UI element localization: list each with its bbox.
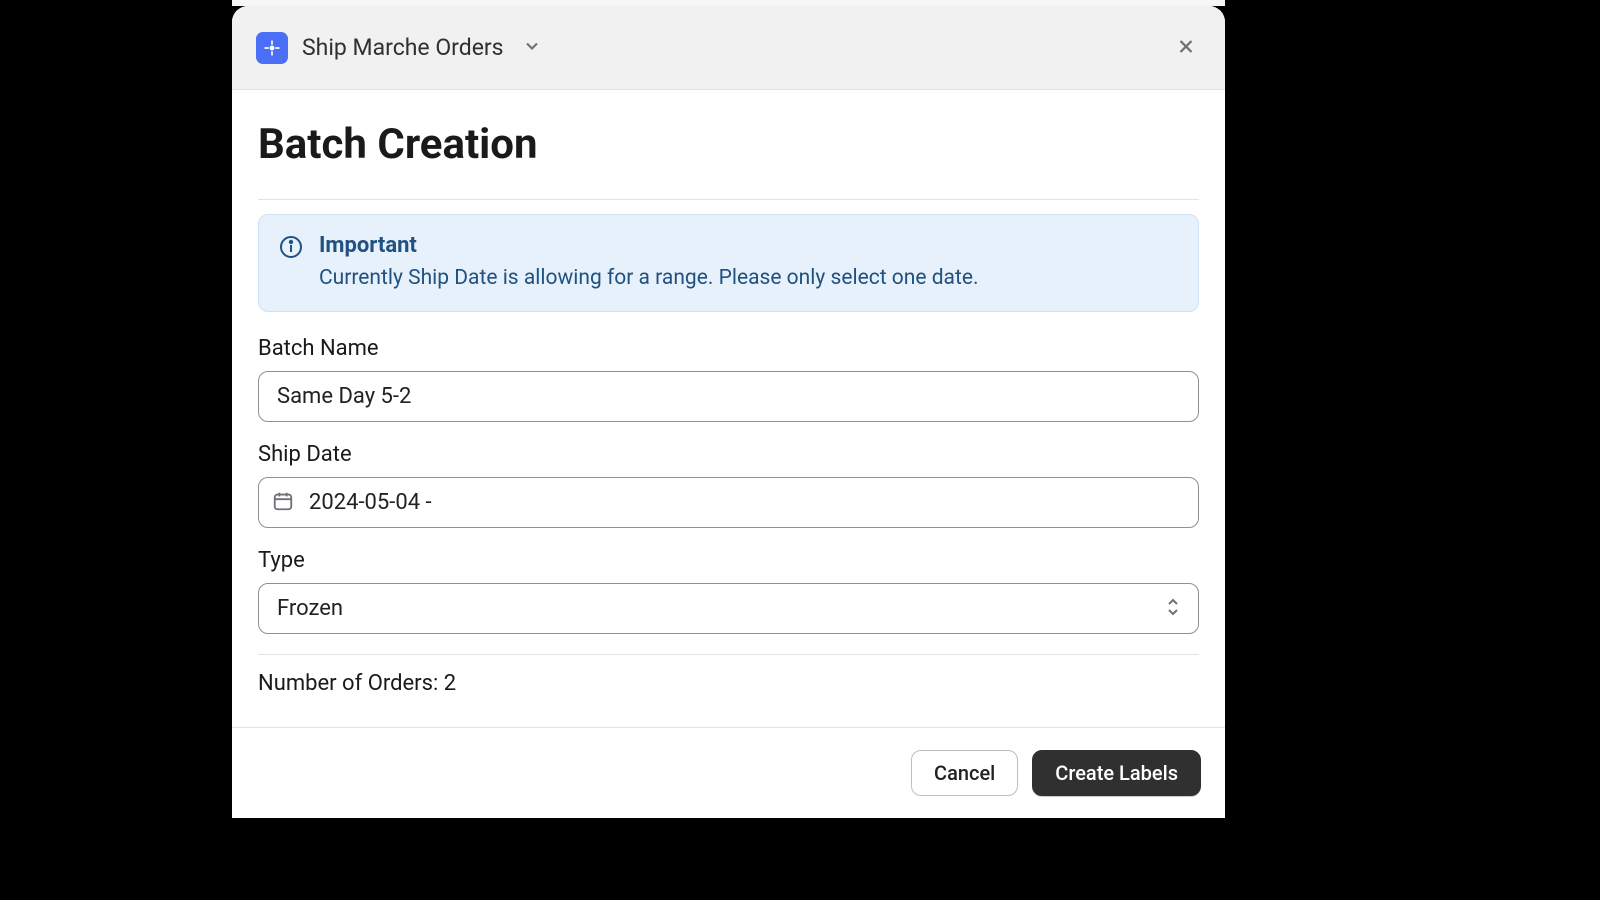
info-alert: Important Currently Ship Date is allowin… [258, 214, 1199, 312]
modal-footer: Cancel Create Labels [232, 727, 1225, 818]
type-label: Type [258, 548, 1199, 573]
cancel-button[interactable]: Cancel [911, 750, 1018, 796]
app-title: Ship Marche Orders [302, 34, 504, 61]
alert-content: Important Currently Ship Date is allowin… [319, 233, 979, 293]
ship-date-input[interactable] [258, 477, 1199, 528]
app-title-group[interactable]: Ship Marche Orders [256, 32, 542, 64]
modal-dialog: Ship Marche Orders Batch Creation [232, 6, 1225, 818]
chevron-down-icon [522, 36, 542, 60]
divider [258, 199, 1199, 200]
close-button[interactable] [1167, 27, 1205, 68]
alert-body: Currently Ship Date is allowing for a ra… [319, 264, 979, 293]
order-count: Number of Orders: 2 [258, 671, 1199, 696]
close-icon [1175, 35, 1197, 60]
order-count-value: 2 [444, 671, 456, 696]
info-icon [279, 235, 303, 293]
ship-date-field: Ship Date [258, 442, 1199, 528]
batch-name-input[interactable] [258, 371, 1199, 422]
app-logo-icon [256, 32, 288, 64]
page-title: Batch Creation [258, 120, 1199, 169]
batch-name-field: Batch Name [258, 336, 1199, 422]
create-labels-button[interactable]: Create Labels [1032, 750, 1201, 796]
order-count-label: Number of Orders: [258, 671, 444, 696]
divider [258, 654, 1199, 655]
alert-title: Important [319, 233, 979, 258]
ship-date-label: Ship Date [258, 442, 1199, 467]
modal-header: Ship Marche Orders [232, 6, 1225, 90]
type-field: Type Frozen [258, 548, 1199, 634]
type-select[interactable]: Frozen [258, 583, 1199, 634]
batch-name-label: Batch Name [258, 336, 1199, 361]
modal-body: Batch Creation Important Currently Ship … [232, 90, 1225, 727]
